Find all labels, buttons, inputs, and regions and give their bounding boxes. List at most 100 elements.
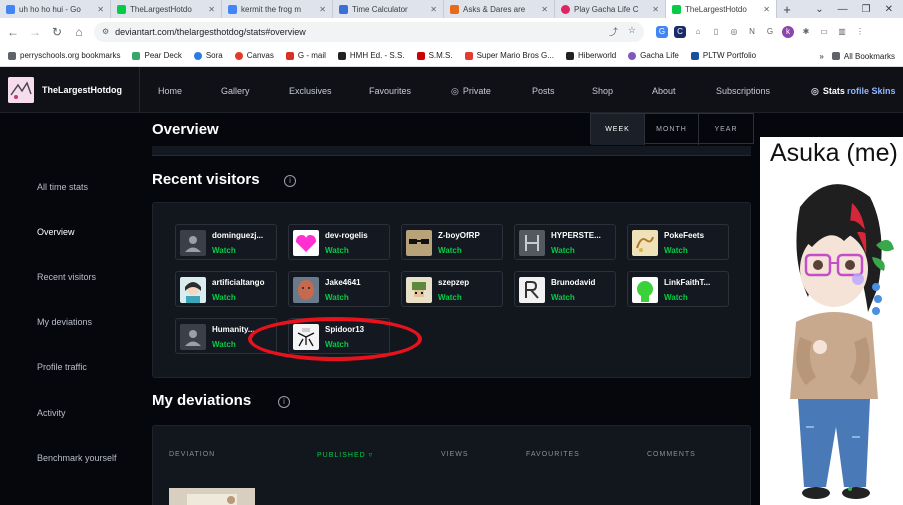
visitor-name[interactable]: Humanity... [212, 325, 274, 334]
nav-private[interactable]: ◎ Private [451, 86, 491, 97]
bookmark-item[interactable]: Hiberworld [565, 51, 616, 60]
profile-brand[interactable]: TheLargestHotdog [0, 66, 140, 113]
sidepanel-icon[interactable]: ▥ [836, 25, 848, 38]
minimize-icon[interactable]: — [838, 4, 848, 15]
browser-tab[interactable]: Asks & Dares are ✕ [444, 0, 555, 18]
sunglasses-avatar-icon[interactable] [406, 230, 432, 256]
watch-button[interactable]: Watch [551, 246, 575, 255]
green-avatar-icon[interactable] [632, 277, 658, 303]
watch-button[interactable]: Watch [212, 293, 236, 302]
browser-tab[interactable]: uh ho ho hui - Go ✕ [0, 0, 111, 18]
menu-kebab-icon[interactable]: ⋮ [854, 25, 866, 38]
period-month-button[interactable]: MONTH [645, 114, 699, 145]
watch-button[interactable]: Watch [325, 293, 349, 302]
extension-k-icon[interactable]: k [782, 25, 794, 38]
sidebar-item-activity[interactable]: Activity [37, 408, 66, 418]
visitor-card[interactable]: Z-boyOfRP Watch [401, 224, 503, 260]
nav-exclusives[interactable]: Exclusives [289, 86, 332, 96]
watch-button[interactable]: Watch [438, 246, 462, 255]
new-tab-button[interactable]: + [777, 2, 797, 17]
all-bookmarks-button[interactable]: All Bookmarks [831, 52, 895, 61]
watch-button[interactable]: Watch [664, 246, 688, 255]
visitor-card[interactable]: Brunodavid Watch [514, 271, 616, 307]
browser-tab[interactable]: Time Calculator ✕ [333, 0, 444, 18]
sidebar-item-benchmark[interactable]: Benchmark yourself [37, 453, 117, 463]
column-header-published[interactable]: PUBLISHED ▿ [317, 451, 373, 459]
home-icon[interactable]: ⌂ [72, 25, 86, 39]
bookmark-item[interactable]: Super Mario Bros G... [464, 51, 554, 60]
nav-gallery[interactable]: Gallery [221, 86, 250, 96]
bookmark-item[interactable]: Pear Deck [132, 51, 182, 60]
nav-profile-skins[interactable]: rofile Skins [847, 86, 896, 96]
anime-avatar-icon[interactable] [180, 277, 206, 303]
nav-posts[interactable]: Posts [532, 86, 555, 96]
more-bookmarks-button[interactable]: » [819, 52, 823, 61]
visitor-name[interactable]: dev-rogelis [325, 231, 387, 240]
nav-favourites[interactable]: Favourites [369, 86, 411, 96]
watch-button[interactable]: Watch [664, 293, 688, 302]
share-icon[interactable]: ⤴ [609, 25, 618, 38]
browser-tab[interactable]: TheLargestHotdo ✕ [111, 0, 222, 18]
close-window-icon[interactable]: ✕ [885, 4, 893, 15]
visitor-name[interactable]: HYPERSTE... [551, 231, 613, 240]
period-year-button[interactable]: YEAR [699, 114, 753, 145]
extension-phone-icon[interactable]: ▯ [710, 25, 722, 38]
watch-button[interactable]: Watch [438, 293, 462, 302]
nav-stats[interactable]: ◎ Stats [811, 86, 845, 97]
visitor-card[interactable]: Jake4641 Watch [288, 271, 390, 307]
forward-icon[interactable]: → [28, 25, 42, 39]
info-icon[interactable]: i [284, 175, 296, 187]
close-icon[interactable]: ✕ [319, 5, 326, 14]
bookmark-item[interactable]: Canvas [234, 51, 274, 60]
star-icon[interactable]: ☆ [628, 25, 636, 38]
sidebar-item-my-deviations[interactable]: My deviations [37, 317, 92, 327]
column-header-comments[interactable]: COMMENTS [647, 451, 696, 458]
visitor-card[interactable]: Humanity... Watch [175, 318, 277, 354]
close-icon[interactable]: ✕ [763, 5, 770, 14]
bookmark-item[interactable]: perryschools.org bookmarks [8, 51, 120, 60]
default-avatar-icon[interactable] [180, 324, 206, 350]
heart-avatar-icon[interactable] [293, 230, 319, 256]
nav-home[interactable]: Home [158, 86, 182, 96]
photo-avatar-icon[interactable] [293, 277, 319, 303]
column-header-deviation[interactable]: DEVIATION [169, 451, 215, 458]
nav-about[interactable]: About [652, 86, 676, 96]
visitor-name[interactable]: Spidoor13 [325, 325, 387, 334]
deviation-thumbnail[interactable] [169, 488, 255, 505]
bookmark-item[interactable]: G - mail [285, 51, 326, 60]
nav-subscriptions[interactable]: Subscriptions [716, 86, 770, 96]
visitor-name[interactable]: szepzep [438, 278, 500, 287]
bookmark-item[interactable]: Gacha Life [628, 51, 679, 60]
letter-avatar-icon[interactable] [519, 230, 545, 256]
site-info-icon[interactable]: ⚙ [102, 27, 109, 36]
browser-tab[interactable]: kermit the frog m ✕ [222, 0, 333, 18]
tab-search-icon[interactable]: ⌄ [815, 4, 823, 15]
visitor-name[interactable]: LinkFaithT... [664, 278, 726, 287]
column-header-views[interactable]: VIEWS [441, 451, 469, 458]
watch-button[interactable]: Watch [325, 340, 349, 349]
pixel-avatar-icon[interactable] [406, 277, 432, 303]
extension-g-icon[interactable]: G [764, 25, 776, 38]
visitor-card[interactable]: szepzep Watch [401, 271, 503, 307]
sketch-avatar-icon[interactable] [632, 230, 658, 256]
watch-button[interactable]: Watch [212, 340, 236, 349]
extension-n-icon[interactable]: N [746, 25, 758, 38]
address-bar[interactable]: ⚙ deviantart.com/thelargesthotdog/stats#… [94, 21, 644, 42]
reload-icon[interactable]: ↻ [50, 25, 64, 39]
info-icon[interactable]: i [278, 396, 290, 408]
profile-avatar[interactable] [8, 76, 34, 103]
close-icon[interactable]: ✕ [97, 5, 104, 14]
visitor-card[interactable]: Spidoor13 Watch [288, 318, 390, 354]
logo-avatar-icon[interactable] [519, 277, 545, 303]
visitor-name[interactable]: artificialtango [212, 278, 274, 287]
nav-shop[interactable]: Shop [592, 86, 613, 96]
visitor-card[interactable]: PokeFeets Watch [627, 224, 729, 260]
visitor-name[interactable]: Z-boyOfRP [438, 231, 500, 240]
sidebar-item-overview[interactable]: Overview [37, 227, 75, 237]
drawing-avatar-icon[interactable] [293, 324, 319, 350]
translate-icon[interactable]: G [656, 25, 668, 38]
browser-tab[interactable]: Play Gacha Life C ✕ [555, 0, 666, 18]
url-text[interactable]: deviantart.com/thelargesthotdog/stats#ov… [115, 27, 603, 37]
watch-button[interactable]: Watch [212, 246, 236, 255]
sidebar-item-all-time-stats[interactable]: All time stats [37, 182, 88, 192]
